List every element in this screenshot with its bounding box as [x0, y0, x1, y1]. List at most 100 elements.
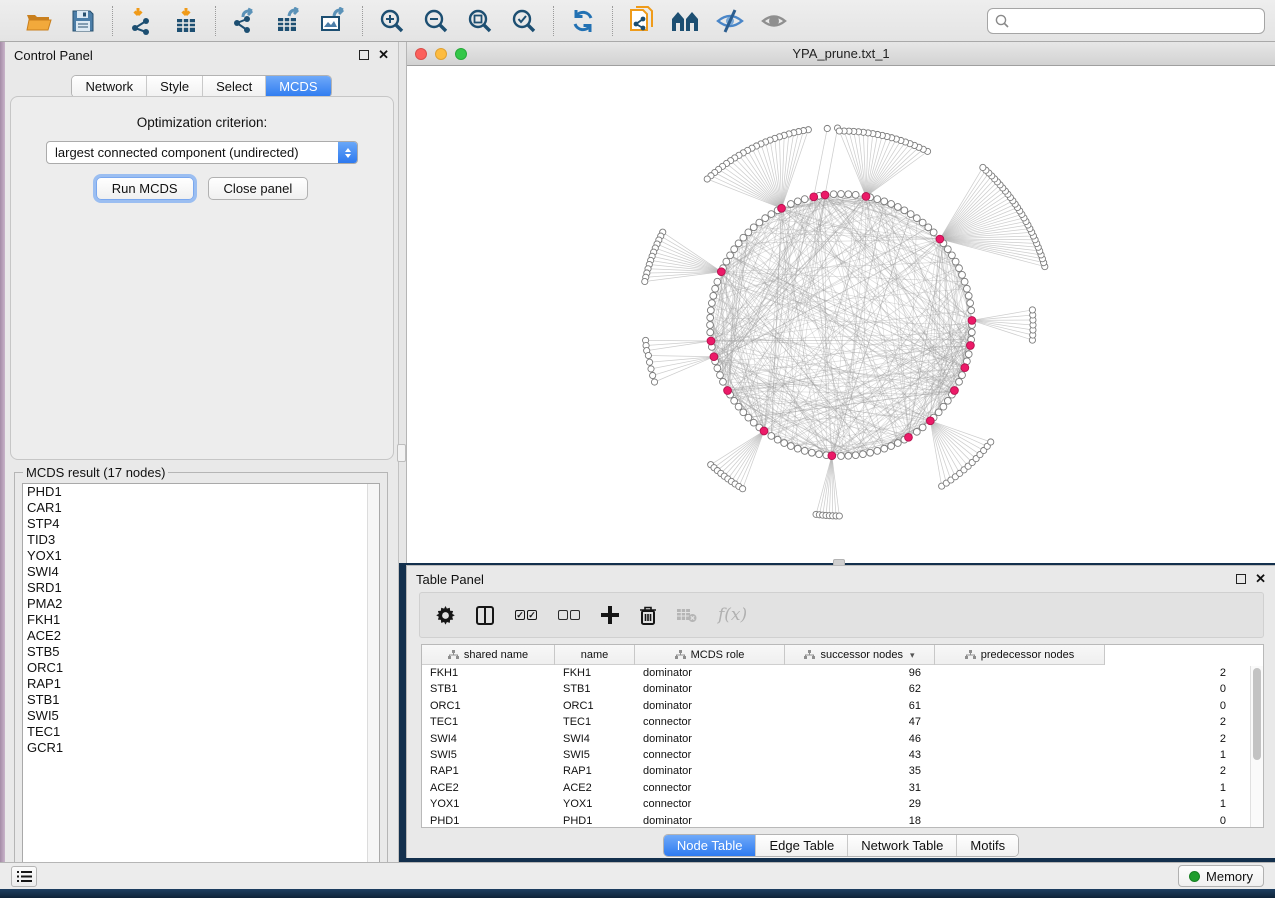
graph-node[interactable]: [963, 285, 970, 292]
mcds-hub-node[interactable]: [905, 433, 913, 441]
mcds-result-item[interactable]: TID3: [23, 532, 379, 548]
graph-node[interactable]: [901, 207, 908, 214]
graph-node[interactable]: [944, 397, 951, 404]
float-panel-icon[interactable]: [1236, 574, 1246, 584]
graph-node[interactable]: [852, 191, 859, 198]
mcds-result-item[interactable]: PMA2: [23, 596, 379, 612]
graph-node[interactable]: [1029, 307, 1035, 313]
first-neighbors-icon[interactable]: [671, 6, 701, 36]
graph-node[interactable]: [727, 252, 734, 259]
table-row[interactable]: FKH1FKH1dominator962: [422, 665, 1263, 681]
graph-node[interactable]: [774, 436, 781, 443]
mcds-result-item[interactable]: GCR1: [23, 740, 379, 756]
graph-node[interactable]: [956, 265, 963, 272]
mcds-result-item[interactable]: YOX1: [23, 548, 379, 564]
graph-node[interactable]: [768, 211, 775, 218]
graph-node[interactable]: [714, 278, 721, 285]
graph-node[interactable]: [965, 351, 972, 358]
mcds-hub-node[interactable]: [862, 193, 870, 201]
import-table-icon[interactable]: [171, 6, 201, 36]
mcds-hub-node[interactable]: [966, 342, 974, 350]
search-input[interactable]: [1014, 14, 1257, 28]
vertical-splitter[interactable]: [399, 42, 406, 563]
graph-node[interactable]: [959, 271, 966, 278]
graph-node[interactable]: [707, 307, 714, 314]
mcds-result-item[interactable]: STB5: [23, 644, 379, 660]
show-all-icon[interactable]: [759, 6, 789, 36]
table-row[interactable]: SWI4SWI4dominator462: [422, 731, 1263, 747]
graph-node[interactable]: [881, 445, 888, 452]
mcds-result-list[interactable]: PHD1CAR1STP4TID3YOX1SWI4SRD1PMA2FKH1ACE2…: [22, 483, 380, 881]
graph-node[interactable]: [735, 403, 742, 410]
table-row[interactable]: YOX1YOX1connector291: [422, 796, 1263, 812]
graph-node[interactable]: [781, 440, 788, 447]
mcds-result-item[interactable]: CAR1: [23, 500, 379, 516]
mcds-hub-node[interactable]: [828, 452, 836, 460]
mcds-hub-node[interactable]: [778, 204, 786, 212]
graph-node[interactable]: [836, 128, 842, 134]
network-search-box[interactable]: [987, 8, 1265, 34]
graph-node[interactable]: [959, 372, 966, 379]
export-network-icon[interactable]: [230, 6, 260, 36]
table-row[interactable]: ACE2ACE2connector311: [422, 780, 1263, 796]
graph-node[interactable]: [836, 513, 842, 519]
tab-mcds[interactable]: MCDS: [265, 76, 330, 97]
graph-node[interactable]: [710, 292, 717, 299]
graph-node[interactable]: [894, 204, 901, 211]
mcds-result-item[interactable]: FKH1: [23, 612, 379, 628]
column-header-MCDS-role[interactable]: MCDS role: [635, 645, 785, 665]
graph-node[interactable]: [704, 176, 710, 182]
graph-node[interactable]: [956, 378, 963, 385]
vertical-splitter-handle[interactable]: [397, 444, 406, 462]
graph-node[interactable]: [935, 409, 942, 416]
settings-gear-icon[interactable]: [436, 606, 455, 625]
graph-node[interactable]: [925, 224, 932, 231]
column-header-shared-name[interactable]: shared name: [422, 645, 555, 665]
graph-node[interactable]: [720, 378, 727, 385]
table-scrollbar-thumb[interactable]: [1253, 668, 1261, 760]
tab-node-table[interactable]: Node Table: [664, 835, 756, 856]
graph-node[interactable]: [967, 300, 974, 307]
mcds-result-item[interactable]: STB1: [23, 692, 379, 708]
graph-node[interactable]: [930, 229, 937, 236]
column-header-successor-nodes[interactable]: successor nodes▾: [785, 645, 935, 665]
tab-network[interactable]: Network: [72, 76, 146, 97]
open-file-icon[interactable]: [24, 6, 54, 36]
graph-node[interactable]: [740, 409, 747, 416]
graph-node[interactable]: [919, 424, 926, 431]
mcds-result-item[interactable]: SRD1: [23, 580, 379, 596]
float-panel-icon[interactable]: [359, 50, 369, 60]
graph-node[interactable]: [731, 397, 738, 404]
graph-node[interactable]: [968, 307, 975, 314]
graph-node[interactable]: [888, 443, 895, 450]
graph-node[interactable]: [642, 278, 648, 284]
graph-node[interactable]: [731, 246, 738, 253]
graph-node[interactable]: [745, 229, 752, 236]
mcds-hub-node[interactable]: [810, 193, 818, 201]
graph-node[interactable]: [988, 439, 994, 445]
graph-node[interactable]: [648, 366, 654, 372]
graph-node[interactable]: [830, 191, 837, 198]
graph-node[interactable]: [794, 445, 801, 452]
add-column-icon[interactable]: [601, 606, 619, 624]
table-row[interactable]: TEC1TEC1connector472: [422, 714, 1263, 730]
graph-node[interactable]: [707, 314, 714, 321]
column-sort-icon[interactable]: ▾: [910, 650, 915, 661]
tab-network-table[interactable]: Network Table: [847, 835, 956, 856]
refresh-icon[interactable]: [568, 6, 598, 36]
graph-node[interactable]: [756, 219, 763, 226]
graph-node[interactable]: [750, 224, 757, 231]
mcds-result-item[interactable]: SWI5: [23, 708, 379, 724]
export-image-icon[interactable]: [318, 6, 348, 36]
tab-style[interactable]: Style: [146, 76, 202, 97]
graph-node[interactable]: [714, 365, 721, 372]
graph-node[interactable]: [646, 359, 652, 365]
graph-node[interactable]: [949, 252, 956, 259]
graph-node[interactable]: [740, 234, 747, 241]
mcds-result-item[interactable]: STP4: [23, 516, 379, 532]
table-row[interactable]: ORC1ORC1dominator610: [422, 698, 1263, 714]
graph-node[interactable]: [801, 196, 808, 203]
mcds-hub-node[interactable]: [968, 317, 976, 325]
zoom-fit-icon[interactable]: [465, 6, 495, 36]
mcds-hub-node[interactable]: [760, 427, 768, 435]
